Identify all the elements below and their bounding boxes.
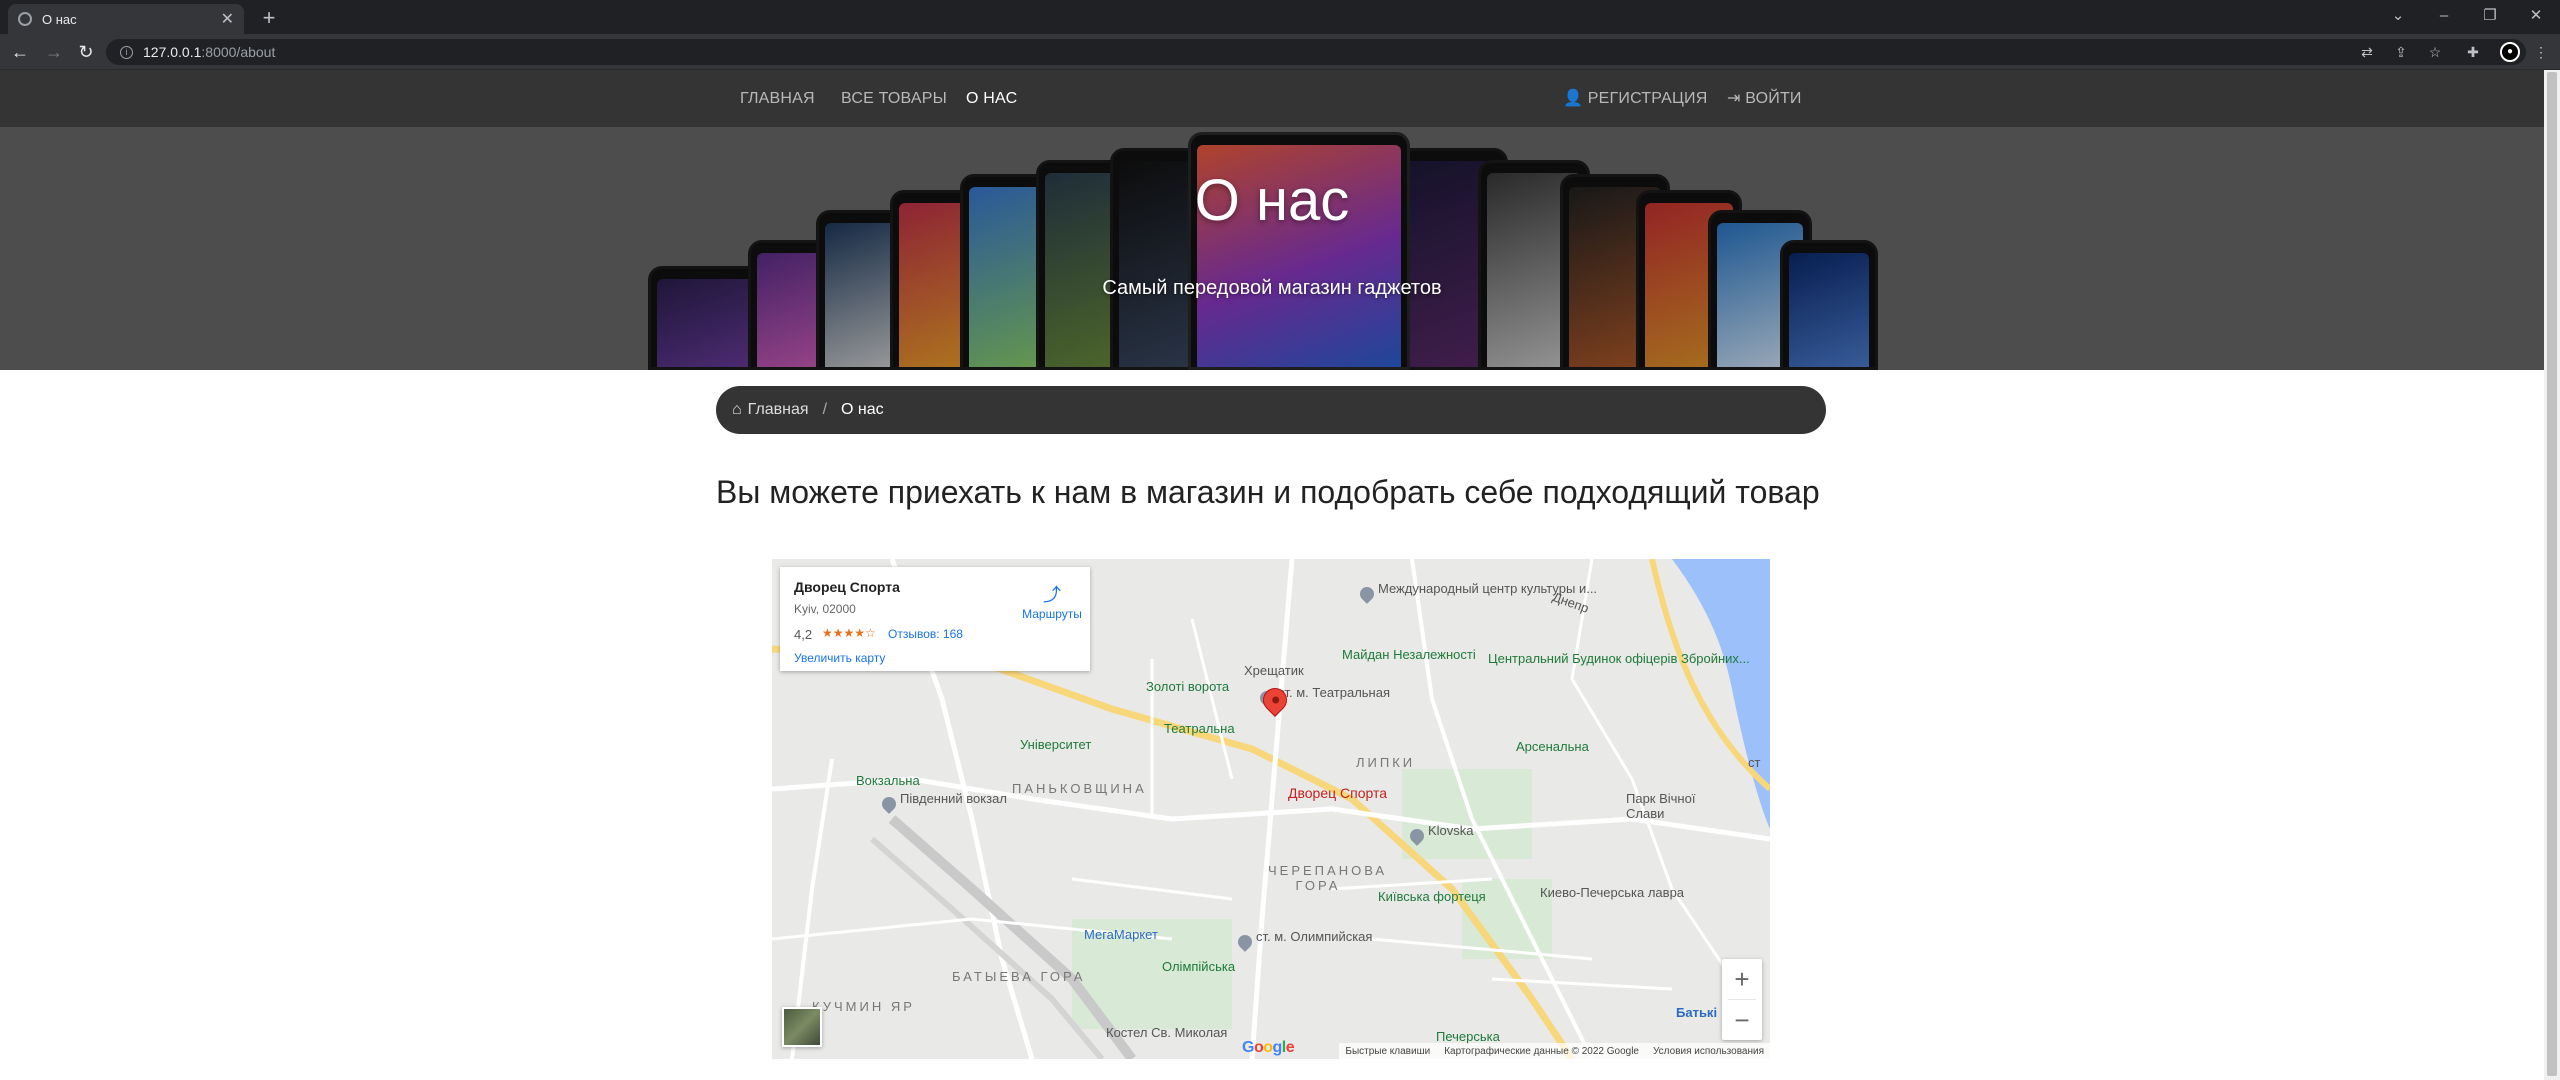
browser-tab[interactable]: О нас ✕ <box>8 4 244 34</box>
directions-button[interactable]: ⤴ Маршруты <box>1020 581 1084 621</box>
nav-all-products-link[interactable]: ВСЕ ТОВАРЫ <box>841 70 947 127</box>
nav-login-link[interactable]: ⇥ ВОЙТИ <box>1727 70 1802 127</box>
hero-title: О нас <box>1194 168 1350 233</box>
map-label-kostel: Костел Св. Миколая <box>1106 1025 1228 1040</box>
map-label-olimpiyska-station: ст. м. Олимпийская <box>1256 929 1373 944</box>
map-label-megamarket: МегаМаркет <box>1084 927 1158 942</box>
url-path: :8000/about <box>201 44 276 60</box>
web-page: ГЛАВНАЯ ВСЕ ТОВАРЫ О НАС 👤 РЕГИСТРАЦИЯ ⇥… <box>0 70 2544 1080</box>
zoom-control: + − <box>1722 959 1762 1040</box>
map-label-khreshchatyk: Хрещатик <box>1244 663 1304 678</box>
marker-label[interactable]: Дворец Спорта <box>1288 785 1387 801</box>
google-map[interactable]: Международный центр культуры и... Хрещат… <box>772 559 1770 1059</box>
hero-banner: О нас Самый передовой магазин гаджетов <box>0 127 2544 370</box>
map-label-kyiv-fortress: Київська фортеця <box>1378 889 1486 904</box>
place-rating: 4,2 <box>794 627 813 642</box>
breadcrumb-separator: / <box>822 401 828 418</box>
url-host: 127.0.0.1 <box>143 44 202 60</box>
user-plus-icon: 👤 <box>1563 90 1584 107</box>
nav-register-link[interactable]: 👤 РЕГИСТРАЦИЯ <box>1563 70 1707 127</box>
reload-icon[interactable]: ↻ <box>74 40 98 64</box>
satellite-layer-button[interactable] <box>782 1007 822 1047</box>
minimize-icon[interactable]: – <box>2424 0 2464 34</box>
map-label-batyieva: БАТЫЕВА ГОРА <box>952 969 1086 984</box>
zoom-in-button[interactable]: + <box>1722 959 1762 999</box>
browser-toolbar: ← → ↻ i 127.0.0.1:8000/about ⇄ ⇪ ☆ ✚ ● ⋮ <box>0 34 2560 70</box>
place-address: Kyiv, 02000 <box>794 602 856 616</box>
breadcrumb-home-link[interactable]: ⌂ Главная <box>732 401 809 419</box>
page-scrollbar[interactable] <box>2544 70 2560 1080</box>
nav-about-link[interactable]: О НАС <box>966 70 1017 127</box>
hero-overlay <box>0 127 2544 370</box>
terms-link[interactable]: Условия использования <box>1653 1046 1764 1057</box>
map-label-universytet: Університет <box>1020 737 1092 752</box>
map-label-lypky: ЛИПКИ <box>1356 755 1416 770</box>
share-icon[interactable]: ⇪ <box>2390 41 2412 63</box>
page-heading: Вы можете приехать к нам в магазин и под… <box>716 474 1820 510</box>
nav-register-label: РЕГИСТРАЦИЯ <box>1587 90 1708 107</box>
map-label-cherepanova: ЧЕРЕПАНОВА ГОРА <box>1268 863 1388 893</box>
map-label-st: ст <box>1748 755 1761 770</box>
enlarge-map-link[interactable]: Увеличить карту <box>794 651 885 665</box>
map-label-pivdennyi: Південний вокзал <box>900 791 1007 806</box>
profile-icon[interactable]: ● <box>2500 42 2520 62</box>
forward-icon[interactable]: → <box>42 40 66 64</box>
keyboard-shortcuts-link[interactable]: Быстрые клавиши <box>1345 1046 1430 1057</box>
reviews-link[interactable]: Отзывов: 168 <box>888 627 963 641</box>
sign-in-icon: ⇥ <box>1727 90 1741 107</box>
map-data-attribution: Картографические данные © 2022 Google <box>1444 1045 1639 1057</box>
breadcrumb-home-label: Главная <box>747 401 809 418</box>
back-icon[interactable]: ← <box>8 40 32 64</box>
menu-icon[interactable]: ⋮ <box>2530 41 2552 63</box>
map-label-klovska: Klovska <box>1428 823 1474 838</box>
breadcrumb: ⌂ Главная / О нас <box>716 386 1826 434</box>
map-label-arsenalna: Арсенальна <box>1516 739 1589 754</box>
google-logo: Google <box>1242 1039 1295 1056</box>
map-footer: Быстрые клавиши Картографические данные … <box>1339 1043 1770 1059</box>
hero-subtitle: Самый передовой магазин гаджетов <box>1102 277 1442 299</box>
map-label-maidan: Майдан Незалежності <box>1342 647 1476 662</box>
map-label-lavra: Киево-Печерська лавра <box>1540 885 1685 900</box>
map-label-park: Парк Вічної Слави <box>1626 791 1696 821</box>
map-label-pankivshchyna: ПАНЬКОВЩИНА <box>1012 781 1147 796</box>
directions-label: Маршруты <box>1022 607 1082 621</box>
place-card: Дворец Спорта Kyiv, 02000 4,2 ★★★★☆ Отзы… <box>780 567 1090 671</box>
close-tab-icon[interactable]: ✕ <box>221 9 234 29</box>
site-navbar: ГЛАВНАЯ ВСЕ ТОВАРЫ О НАС 👤 РЕГИСТРАЦИЯ ⇥… <box>0 70 2544 127</box>
breadcrumb-current: О нас <box>841 401 884 418</box>
browser-tab-strip: О нас ✕ + ⌄ – ❐ ✕ <box>0 0 2560 34</box>
globe-icon <box>18 12 32 26</box>
map-label-vokzalna: Вокзальна <box>856 773 920 788</box>
translate-icon[interactable]: ⇄ <box>2356 41 2378 63</box>
zoom-out-button[interactable]: − <box>1722 1000 1762 1040</box>
map-label-pechersk: Печерська <box>1436 1029 1500 1044</box>
close-window-icon[interactable]: ✕ <box>2516 0 2556 34</box>
map-label-teatralna: Театральна <box>1164 721 1235 736</box>
tab-title: О нас <box>42 11 77 27</box>
map-label-zoloti-vorota: Золоті ворота <box>1146 679 1230 694</box>
home-icon: ⌂ <box>732 401 742 418</box>
new-tab-button[interactable]: + <box>256 5 282 31</box>
rating-stars-icon: ★★★★☆ <box>822 626 876 640</box>
directions-icon: ⤴ <box>1043 585 1061 605</box>
nav-home-link[interactable]: ГЛАВНАЯ <box>740 70 815 127</box>
extensions-icon[interactable]: ✚ <box>2462 41 2484 63</box>
bookmark-star-icon[interactable]: ☆ <box>2424 41 2446 63</box>
scrollbar-thumb[interactable] <box>2547 72 2557 1076</box>
map-label-central-house: Центральний Будинок офіцерів Збройних... <box>1488 651 1750 666</box>
site-info-icon[interactable]: i <box>120 45 133 59</box>
place-name: Дворец Спорта <box>794 579 900 595</box>
nav-login-label: ВОЙТИ <box>1745 90 1802 107</box>
map-label-kuchmin: КУЧМИН ЯР <box>812 999 915 1014</box>
address-bar[interactable]: i 127.0.0.1:8000/about <box>106 39 2526 65</box>
map-label-batkivshchyna: Батькі <box>1676 1005 1718 1020</box>
map-label-teatralna-station: ст. м. Театральная <box>1278 685 1391 700</box>
restore-icon[interactable]: ❐ <box>2470 0 2510 34</box>
tab-search-icon[interactable]: ⌄ <box>2378 0 2418 34</box>
map-label-olimpiyska: Олімпійська <box>1162 959 1236 974</box>
